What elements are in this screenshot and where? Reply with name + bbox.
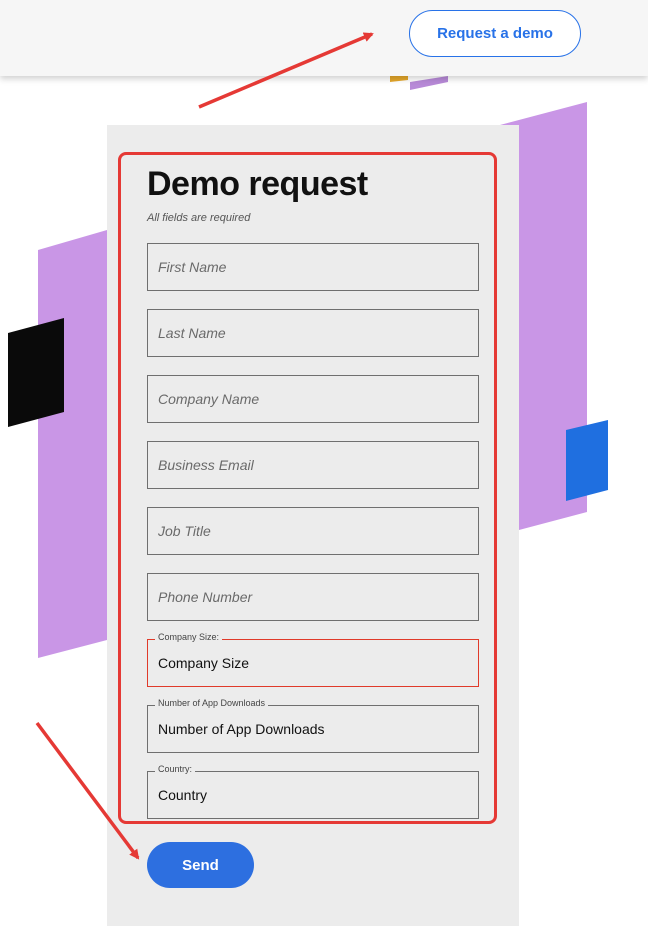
- first-name-input[interactable]: [147, 243, 479, 291]
- business-email-input[interactable]: [147, 441, 479, 489]
- country-select[interactable]: Country: Country: [147, 764, 479, 819]
- orange-sliver: [390, 76, 408, 82]
- app-downloads-legend: Number of App Downloads: [155, 698, 269, 708]
- job-title-input[interactable]: [147, 507, 479, 555]
- request-demo-button[interactable]: Request a demo: [409, 10, 581, 57]
- company-size-legend: Company Size:: [155, 632, 223, 642]
- phone-number-input[interactable]: [147, 573, 479, 621]
- purple-sliver: [410, 76, 448, 90]
- purple-shape-left: [38, 230, 107, 658]
- site-header: Request a demo: [0, 0, 648, 76]
- app-downloads-value: Number of App Downloads: [158, 721, 325, 737]
- country-value: Country: [158, 787, 208, 803]
- company-size-value: Company Size: [158, 655, 250, 671]
- company-name-input[interactable]: [147, 375, 479, 423]
- send-button[interactable]: Send: [147, 842, 254, 888]
- form-subtitle: All fields are required: [147, 212, 251, 224]
- country-legend: Country:: [155, 764, 196, 774]
- black-shape: [8, 318, 64, 427]
- last-name-input[interactable]: [147, 309, 479, 357]
- form-title: Demo request: [147, 165, 368, 203]
- app-downloads-select[interactable]: Number of App Downloads Number of App Do…: [147, 698, 479, 753]
- company-size-select[interactable]: Company Size: Company Size: [147, 632, 479, 687]
- blue-shape: [566, 420, 608, 501]
